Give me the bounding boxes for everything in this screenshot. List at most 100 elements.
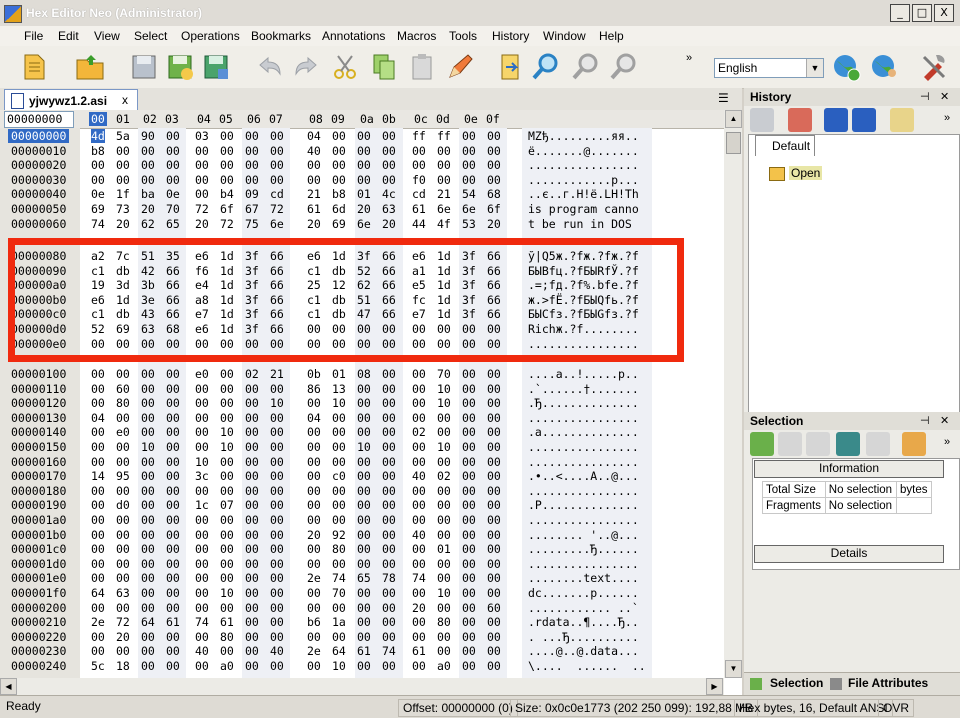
- hex-byte[interactable]: 00: [141, 367, 155, 381]
- column-header[interactable]: 0b: [382, 112, 396, 126]
- hex-byte[interactable]: 00: [332, 498, 346, 512]
- hex-row[interactable]: 00000210 2e 72 64 61 74 61 00 00 b6 1a 00 00 00 80 00 00…: [0, 615, 724, 630]
- hex-byte[interactable]: 00: [270, 630, 284, 644]
- hex-row[interactable]: 000001e0 00 00 00 00 00 00 00 00 2e 74 65 78 74 00 00 00…: [0, 571, 724, 586]
- hex-byte[interactable]: 62: [141, 217, 155, 231]
- hex-byte[interactable]: 00: [195, 542, 209, 556]
- hex-byte[interactable]: ff: [412, 129, 426, 143]
- hex-byte[interactable]: 00: [307, 158, 321, 172]
- hex-byte[interactable]: 00: [270, 129, 284, 143]
- hex-byte[interactable]: 00: [357, 557, 371, 571]
- hex-byte[interactable]: b4: [220, 187, 234, 201]
- ascii-text[interactable]: ............р...: [528, 173, 639, 187]
- menu-edit[interactable]: Edit: [58, 29, 79, 43]
- hex-byte[interactable]: a0: [437, 659, 451, 673]
- hex-byte[interactable]: 00: [382, 542, 396, 556]
- hex-byte[interactable]: 44: [412, 217, 426, 231]
- hex-byte[interactable]: 00: [382, 158, 396, 172]
- hex-byte[interactable]: 00: [245, 484, 259, 498]
- hex-byte[interactable]: 00: [166, 644, 180, 658]
- hex-byte[interactable]: 95: [116, 469, 130, 483]
- hex-row[interactable]: 00000130 04 00 00 00 00 00 00 00 04 00 00 00 00 00 00 00…: [0, 411, 724, 426]
- hex-byte[interactable]: 00: [412, 367, 426, 381]
- hex-byte[interactable]: 00: [270, 440, 284, 454]
- hex-byte[interactable]: e0: [116, 425, 130, 439]
- tab-close-icon[interactable]: x: [122, 93, 128, 107]
- hex-byte[interactable]: 00: [412, 498, 426, 512]
- hex-byte[interactable]: 00: [116, 440, 130, 454]
- find-next-button[interactable]: [608, 51, 640, 83]
- hex-byte[interactable]: 00: [412, 440, 426, 454]
- hex-byte[interactable]: 00: [245, 630, 259, 644]
- hex-byte[interactable]: 00: [487, 396, 501, 410]
- column-header[interactable]: 01: [116, 112, 130, 126]
- hex-byte[interactable]: 00: [91, 367, 105, 381]
- hex-byte[interactable]: 00: [245, 173, 259, 187]
- hex-byte[interactable]: 00: [332, 440, 346, 454]
- menu-operations[interactable]: Operations: [181, 29, 240, 43]
- hex-byte[interactable]: 00: [412, 382, 426, 396]
- hex-byte[interactable]: 40: [307, 144, 321, 158]
- hex-byte[interactable]: 65: [166, 217, 180, 231]
- hex-byte[interactable]: 00: [462, 469, 476, 483]
- maximize-button[interactable]: □: [912, 4, 932, 22]
- hex-byte[interactable]: 00: [116, 601, 130, 615]
- select-invert-icon[interactable]: [806, 432, 830, 456]
- hex-byte[interactable]: 00: [91, 396, 105, 410]
- hex-byte[interactable]: 75: [245, 217, 259, 231]
- hex-byte[interactable]: 00: [116, 644, 130, 658]
- hex-byte[interactable]: 00: [462, 528, 476, 542]
- hex-row[interactable]: 000001a0 00 00 00 00 00 00 00 00 00 00 00 00 00 00 00 00…: [0, 513, 724, 528]
- hex-byte[interactable]: 6e: [270, 217, 284, 231]
- hex-byte[interactable]: e0: [195, 367, 209, 381]
- hex-byte[interactable]: 2e: [307, 571, 321, 585]
- hex-byte[interactable]: 00: [116, 411, 130, 425]
- menu-view[interactable]: View: [94, 29, 120, 43]
- hex-byte[interactable]: 00: [166, 411, 180, 425]
- hex-byte[interactable]: 00: [116, 144, 130, 158]
- hex-byte[interactable]: 00: [166, 557, 180, 571]
- hex-byte[interactable]: 00: [412, 484, 426, 498]
- hex-byte[interactable]: 00: [166, 586, 180, 600]
- ascii-text[interactable]: .•..<....А..@...: [528, 469, 639, 483]
- hex-byte[interactable]: 00: [166, 528, 180, 542]
- ascii-text[interactable]: ................: [528, 484, 639, 498]
- hex-row[interactable]: 00000140 00 e0 00 00 00 10 00 00 00 00 00 00 02 00 00 00…: [0, 425, 724, 440]
- hex-byte[interactable]: 01: [357, 187, 371, 201]
- hex-byte[interactable]: 00: [141, 396, 155, 410]
- hex-byte[interactable]: 00: [245, 469, 259, 483]
- hex-byte[interactable]: 13: [332, 382, 346, 396]
- hex-byte[interactable]: 6e: [437, 202, 451, 216]
- hex-byte[interactable]: 20: [307, 528, 321, 542]
- hex-byte[interactable]: 20: [195, 217, 209, 231]
- hex-byte[interactable]: 20: [116, 217, 130, 231]
- hex-byte[interactable]: 00: [166, 484, 180, 498]
- hex-byte[interactable]: 00: [462, 425, 476, 439]
- save-all-button[interactable]: [200, 51, 232, 83]
- hex-byte[interactable]: 00: [166, 455, 180, 469]
- hex-byte[interactable]: 00: [195, 528, 209, 542]
- hex-byte[interactable]: 00: [270, 144, 284, 158]
- hex-byte[interactable]: 00: [245, 644, 259, 658]
- hex-byte[interactable]: 64: [332, 644, 346, 658]
- hex-byte[interactable]: 72: [116, 615, 130, 629]
- hex-byte[interactable]: 18: [116, 659, 130, 673]
- menu-bookmarks[interactable]: Bookmarks: [251, 29, 311, 43]
- ascii-text[interactable]: ..є..г.Н!ё.LН!Th: [528, 187, 639, 201]
- hex-byte[interactable]: 00: [307, 557, 321, 571]
- hex-byte[interactable]: 60: [116, 382, 130, 396]
- hex-byte[interactable]: 00: [437, 144, 451, 158]
- hex-byte[interactable]: 00: [437, 484, 451, 498]
- hex-byte[interactable]: 00: [382, 382, 396, 396]
- hex-byte[interactable]: 00: [382, 557, 396, 571]
- tab-default[interactable]: Default: [755, 135, 815, 156]
- hex-byte[interactable]: 00: [307, 498, 321, 512]
- hex-byte[interactable]: 00: [307, 542, 321, 556]
- hex-byte[interactable]: 00: [91, 440, 105, 454]
- hex-byte[interactable]: 00: [437, 425, 451, 439]
- hex-byte[interactable]: b8: [91, 144, 105, 158]
- horizontal-scrollbar[interactable]: ◀ ▶: [0, 678, 724, 695]
- hex-byte[interactable]: 10: [220, 425, 234, 439]
- hex-byte[interactable]: 00: [91, 513, 105, 527]
- select-tf-icon[interactable]: [836, 432, 860, 456]
